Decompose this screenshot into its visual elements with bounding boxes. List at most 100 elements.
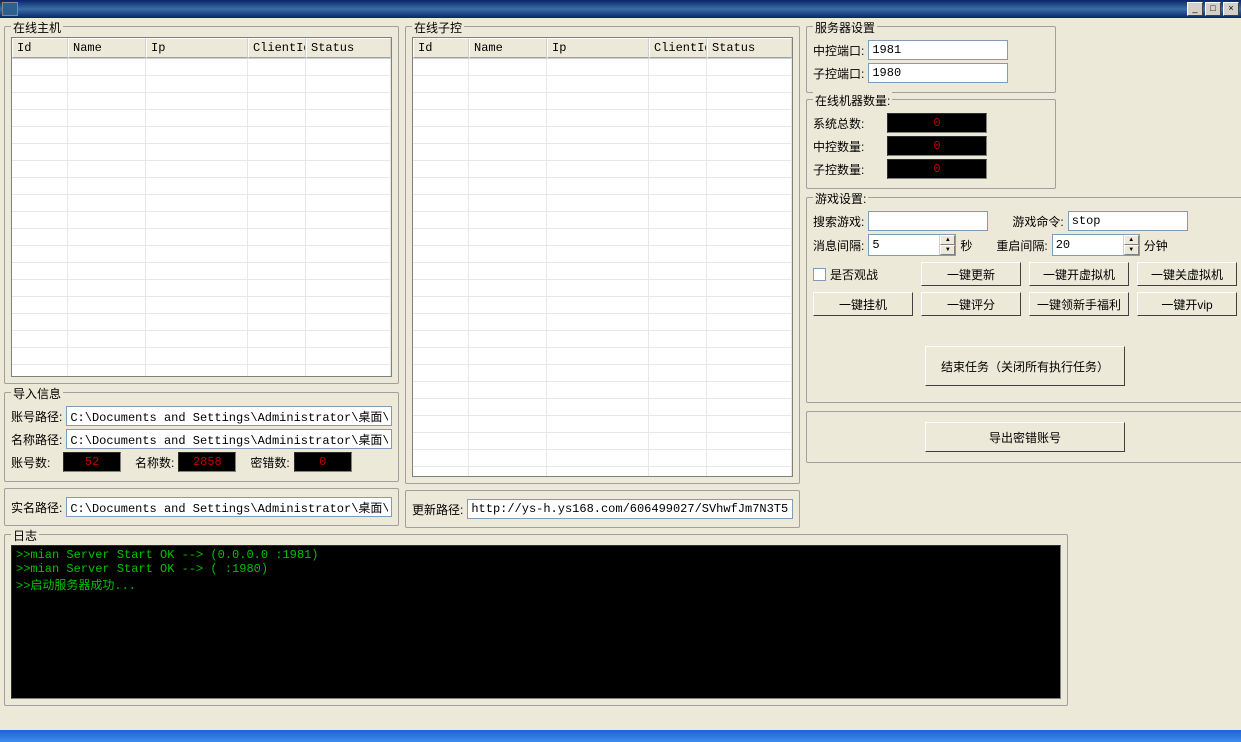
table-row[interactable] xyxy=(413,297,792,314)
table-row[interactable] xyxy=(12,314,391,331)
table-row[interactable] xyxy=(12,229,391,246)
table-row[interactable] xyxy=(413,76,792,93)
log-output[interactable]: >>mian Server Start OK --> (0.0.0.0 :198… xyxy=(11,545,1061,699)
table-row[interactable] xyxy=(413,195,792,212)
close-vm-button[interactable]: 一键关虚拟机 xyxy=(1137,262,1237,286)
table-row[interactable] xyxy=(12,144,391,161)
table-row[interactable] xyxy=(413,93,792,110)
table-row[interactable] xyxy=(413,280,792,297)
vip-button[interactable]: 一键开vip xyxy=(1137,292,1237,316)
search-game-input[interactable] xyxy=(868,211,988,231)
export-pwd-err-button[interactable]: 导出密错账号 xyxy=(925,422,1125,452)
table-row[interactable] xyxy=(12,246,391,263)
game-cmd-input[interactable] xyxy=(1068,211,1188,231)
table-row[interactable] xyxy=(413,433,792,450)
table-row[interactable] xyxy=(413,229,792,246)
table-row[interactable] xyxy=(12,212,391,229)
spectate-checkbox[interactable]: 是否观战 xyxy=(813,266,878,283)
col-ip[interactable]: Ip xyxy=(547,38,649,58)
table-cell xyxy=(248,110,306,127)
checkbox-icon[interactable] xyxy=(813,268,826,281)
col-id[interactable]: Id xyxy=(413,38,469,58)
table-row[interactable] xyxy=(413,331,792,348)
col-id[interactable]: Id xyxy=(12,38,68,58)
table-row[interactable] xyxy=(413,161,792,178)
restart-interval-spinner[interactable]: ▲▼ xyxy=(1052,234,1140,256)
table-row[interactable] xyxy=(12,263,391,280)
taskbar[interactable] xyxy=(0,730,1241,742)
col-status[interactable]: Status xyxy=(306,38,391,58)
table-row[interactable] xyxy=(413,467,792,477)
spinner-up-icon[interactable]: ▲ xyxy=(940,235,955,245)
name-path-input[interactable] xyxy=(66,429,392,449)
table-cell xyxy=(68,76,146,93)
table-row[interactable] xyxy=(12,93,391,110)
name-path-label: 名称路径: xyxy=(11,431,62,448)
table-row[interactable] xyxy=(12,365,391,377)
name-count-value: 2858 xyxy=(178,452,236,472)
col-name[interactable]: Name xyxy=(68,38,146,58)
col-clientid[interactable]: ClientId xyxy=(248,38,306,58)
account-path-input[interactable] xyxy=(66,406,392,426)
table-row[interactable] xyxy=(413,416,792,433)
table-row[interactable] xyxy=(12,331,391,348)
table-row[interactable] xyxy=(413,127,792,144)
table-row[interactable] xyxy=(12,195,391,212)
close-button[interactable]: × xyxy=(1223,2,1239,16)
col-ip[interactable]: Ip xyxy=(146,38,248,58)
spinner-down-icon[interactable]: ▼ xyxy=(940,245,955,255)
hang-button[interactable]: 一键挂机 xyxy=(813,292,913,316)
col-name[interactable]: Name xyxy=(469,38,547,58)
table-row[interactable] xyxy=(413,399,792,416)
table-row[interactable] xyxy=(12,178,391,195)
maximize-button[interactable]: □ xyxy=(1205,2,1221,16)
restart-interval-input[interactable] xyxy=(1053,235,1123,255)
table-row[interactable] xyxy=(12,161,391,178)
table-row[interactable] xyxy=(413,246,792,263)
rate-button[interactable]: 一键评分 xyxy=(921,292,1021,316)
minimize-button[interactable]: _ xyxy=(1187,2,1203,16)
spectate-label: 是否观战 xyxy=(830,266,878,283)
msg-interval-input[interactable] xyxy=(869,235,939,255)
table-row[interactable] xyxy=(12,297,391,314)
spinner-up-icon[interactable]: ▲ xyxy=(1124,235,1139,245)
center-port-input[interactable] xyxy=(868,40,1008,60)
table-cell xyxy=(649,433,707,450)
table-row[interactable] xyxy=(12,127,391,144)
subs-title: 在线子控 xyxy=(412,19,464,36)
update-button[interactable]: 一键更新 xyxy=(921,262,1021,286)
table-row[interactable] xyxy=(12,348,391,365)
open-vm-button[interactable]: 一键开虚拟机 xyxy=(1029,262,1129,286)
table-row[interactable] xyxy=(413,348,792,365)
table-row[interactable] xyxy=(12,110,391,127)
table-row[interactable] xyxy=(413,365,792,382)
newbie-button[interactable]: 一键领新手福利 xyxy=(1029,292,1129,316)
table-cell xyxy=(306,178,391,195)
total-label: 系统总数: xyxy=(813,115,883,132)
update-path-input[interactable] xyxy=(467,499,793,519)
table-row[interactable] xyxy=(413,263,792,280)
table-row[interactable] xyxy=(413,110,792,127)
table-cell xyxy=(469,433,547,450)
table-row[interactable] xyxy=(413,59,792,76)
table-row[interactable] xyxy=(413,450,792,467)
table-row[interactable] xyxy=(12,280,391,297)
col-status[interactable]: Status xyxy=(707,38,792,58)
end-task-button[interactable]: 结束任务（关闭所有执行任务） xyxy=(925,346,1125,386)
table-row[interactable] xyxy=(12,59,391,76)
subs-table[interactable]: Id Name Ip ClientId Status xyxy=(412,37,793,477)
col-clientid[interactable]: ClientId xyxy=(649,38,707,58)
realname-row: 实名路径: xyxy=(4,488,399,526)
msg-interval-spinner[interactable]: ▲▼ xyxy=(868,234,956,256)
table-row[interactable] xyxy=(413,314,792,331)
spinner-down-icon[interactable]: ▼ xyxy=(1124,245,1139,255)
table-row[interactable] xyxy=(12,76,391,93)
sub-port-input[interactable] xyxy=(868,63,1008,83)
table-row[interactable] xyxy=(413,144,792,161)
table-row[interactable] xyxy=(413,178,792,195)
realname-input[interactable] xyxy=(66,497,392,517)
hosts-table[interactable]: Id Name Ip ClientId Status xyxy=(11,37,392,377)
table-row[interactable] xyxy=(413,382,792,399)
table-cell xyxy=(413,467,469,477)
table-row[interactable] xyxy=(413,212,792,229)
